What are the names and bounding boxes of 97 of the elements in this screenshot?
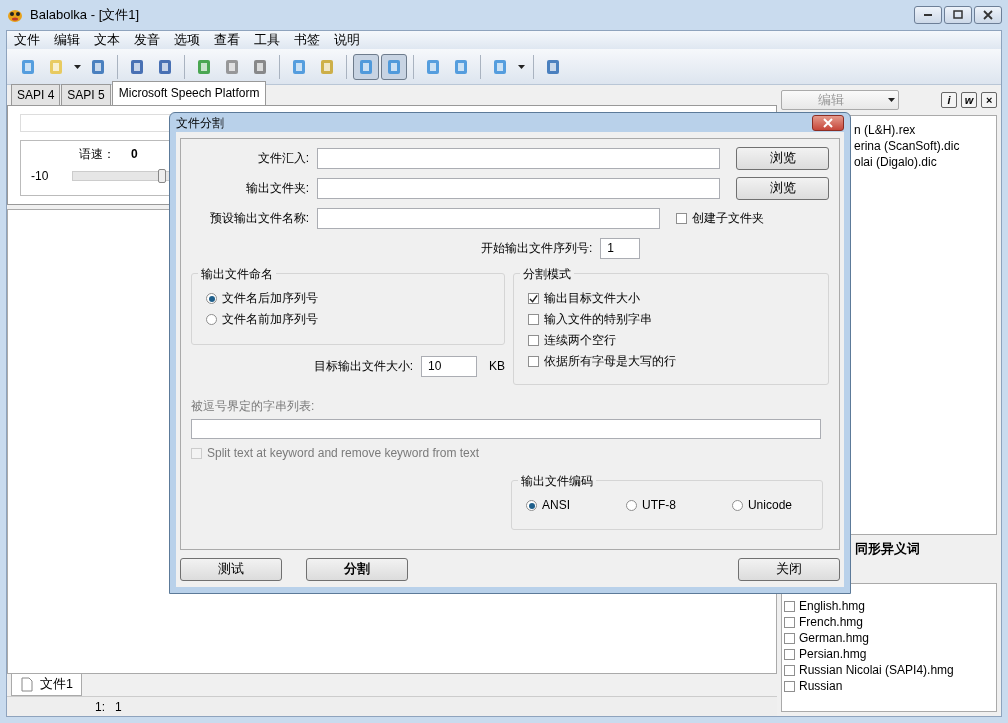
menu-item[interactable]: 查看 <box>207 31 247 49</box>
check-icon <box>529 293 538 304</box>
rate-value: 0 <box>131 146 138 163</box>
checkbox-label: 输入文件的特别字串 <box>544 311 652 328</box>
engine-tab[interactable]: SAPI 4 <box>11 84 61 105</box>
panel-button[interactable]: w <box>961 92 977 108</box>
checkbox[interactable] <box>784 648 795 660</box>
radio-button[interactable] <box>731 500 743 511</box>
radio-label: 文件名后加序列号 <box>222 290 318 307</box>
page-icon <box>20 677 34 692</box>
file-name[interactable]: olai (Digalo).dic <box>854 154 996 170</box>
menu-item[interactable]: 书签 <box>287 31 327 49</box>
text-field[interactable] <box>317 147 721 169</box>
dialog-button[interactable]: 分割 <box>306 558 408 581</box>
radio-dot-icon <box>528 502 535 509</box>
minimize-button[interactable] <box>914 6 942 24</box>
browse-button[interactable]: 浏览 <box>736 176 829 200</box>
radio-label: UTF-8 <box>642 497 676 514</box>
engine-tab[interactable]: Microsoft Speech Platform <box>111 81 267 105</box>
browse-button[interactable]: 浏览 <box>736 146 829 170</box>
close-button[interactable] <box>812 114 844 131</box>
menu-item[interactable]: 文本 <box>87 31 127 49</box>
text-field[interactable]: 1 <box>600 237 641 259</box>
slider-thumb[interactable] <box>158 169 167 183</box>
checkbox[interactable] <box>784 664 795 676</box>
checkbox[interactable] <box>528 293 539 304</box>
file-name[interactable]: erina (ScanSoft).dic <box>854 138 996 154</box>
file-name[interactable]: n (L&H).rex <box>854 122 996 138</box>
caret-icon <box>72 62 82 71</box>
radio-label: 文件名前加序列号 <box>222 311 318 328</box>
radio-dot-icon <box>208 295 215 302</box>
file-name[interactable]: Russian Nicolai (SAPI4).hmg <box>799 662 954 678</box>
caret-icon <box>516 62 526 71</box>
window-title: Balabolka - [文件1] <box>30 6 140 25</box>
checkbox[interactable] <box>784 600 795 612</box>
file-name[interactable]: Persian.hmg <box>799 646 867 662</box>
menu-item[interactable]: 选项 <box>167 31 207 49</box>
checkbox[interactable] <box>528 314 539 325</box>
checkbox-label: 创建子文件夹 <box>692 209 764 227</box>
field-label: 目标输出文件大小: <box>313 358 413 375</box>
toolbar-button[interactable] <box>353 53 379 80</box>
close-button[interactable] <box>974 6 1002 24</box>
group-title: 输出文件编码 <box>518 472 596 490</box>
checkbox[interactable] <box>784 680 795 692</box>
field-label: 开始输出文件序列号: <box>481 240 593 257</box>
menu-item[interactable]: 文件 <box>7 31 47 49</box>
dialog-title: 文件分割 <box>176 114 224 132</box>
menu-item[interactable]: 工具 <box>247 31 287 49</box>
field-label: 输出文件夹: <box>244 180 309 197</box>
section-title: 同形异义词 <box>854 540 921 558</box>
checkbox[interactable] <box>528 356 539 367</box>
checkbox[interactable] <box>528 335 539 346</box>
field-label: 文件汇入: <box>256 150 309 167</box>
caret-icon <box>887 96 896 104</box>
field-label: 预设输出文件名称: <box>208 210 309 227</box>
file-name[interactable]: French.hmg <box>799 614 864 630</box>
checkbox-label: Split text at keyword and remove keyword from text <box>207 445 480 462</box>
unit-label: KB <box>489 358 505 375</box>
file-name[interactable]: German.hmg <box>799 630 870 646</box>
minimize-icon <box>924 14 932 17</box>
file-name[interactable]: Russian <box>799 678 843 694</box>
radio-label: ANSI <box>542 497 570 514</box>
text-field[interactable] <box>317 177 721 199</box>
close-icon <box>980 9 996 21</box>
rate-label: 语速： <box>79 146 115 163</box>
group-title: 输出文件命名 <box>198 265 276 283</box>
cursor-position: 1: 1 <box>94 699 123 716</box>
checkbox-label: 输出目标文件大小 <box>544 290 640 307</box>
checkbox[interactable] <box>784 632 795 644</box>
radio-button[interactable] <box>526 500 537 511</box>
rate-min-label: -10 <box>31 168 49 185</box>
text-field[interactable]: 10 <box>421 355 477 377</box>
group-title: 分割模式 <box>520 265 574 283</box>
radio-button[interactable] <box>206 293 217 304</box>
panel-button[interactable]: i <box>941 92 957 108</box>
toolbar-button[interactable] <box>381 53 407 80</box>
dialog-button[interactable]: 测试 <box>180 558 282 581</box>
menu-item[interactable]: 编辑 <box>47 31 87 49</box>
radio-button[interactable] <box>626 500 637 511</box>
maximize-button[interactable] <box>944 6 972 24</box>
menu-item[interactable]: 发音 <box>127 31 167 49</box>
checkbox-label: 连续两个空行 <box>544 332 616 349</box>
menu-item[interactable]: 说明 <box>327 31 367 49</box>
radio-button[interactable] <box>206 314 217 325</box>
dialog-button[interactable]: 关闭 <box>738 558 840 581</box>
engine-tab[interactable]: SAPI 5 <box>61 84 111 105</box>
panel-button[interactable]: × <box>981 92 997 108</box>
radio-label: Unicode <box>747 497 792 514</box>
close-icon <box>821 116 835 129</box>
document-tab[interactable]: 文件1 <box>11 674 82 696</box>
checkbox-label: 依据所有字母是大写的行 <box>544 353 676 370</box>
checkbox[interactable] <box>676 212 687 224</box>
maximize-icon <box>950 9 966 21</box>
field-label: 被逗号界定的字串列表: <box>191 398 316 415</box>
text-field[interactable] <box>317 207 660 229</box>
file-name[interactable]: English.hmg <box>799 598 866 614</box>
checkbox[interactable] <box>784 616 795 628</box>
